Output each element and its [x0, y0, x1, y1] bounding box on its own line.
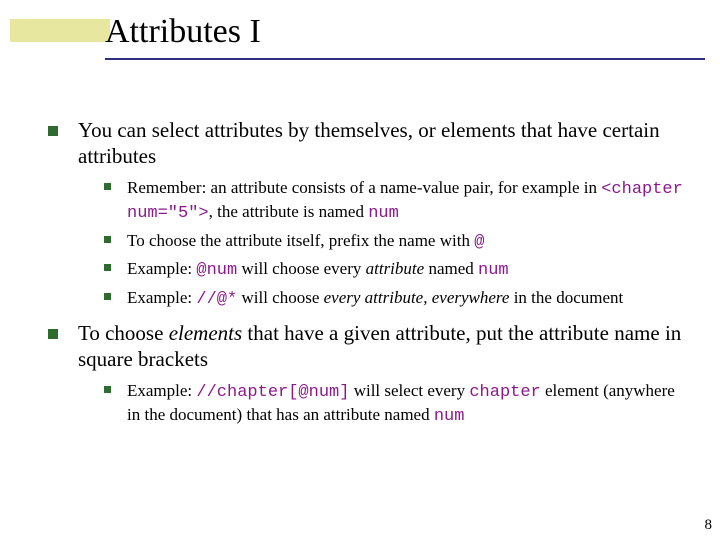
- title-accent-bar: [10, 19, 110, 42]
- bullet-text: To choose elements that have a given att…: [78, 321, 688, 372]
- page-number: 8: [705, 517, 713, 534]
- bullet-text: Example: @num will choose every attribut…: [127, 258, 688, 282]
- code-run: num: [478, 261, 509, 280]
- square-bullet-icon: [48, 329, 58, 339]
- bullet-level1: You can select attributes by themselves,…: [48, 118, 688, 169]
- title-area: Attributes I: [0, 13, 720, 67]
- italic-run: elements: [169, 321, 242, 345]
- text-run: named: [424, 259, 478, 278]
- square-bullet-icon: [104, 386, 111, 393]
- slide-body: You can select attributes by themselves,…: [48, 118, 688, 438]
- sub-bullets: Remember: an attribute consists of a nam…: [104, 177, 688, 311]
- bullet-level2: Example: //@* will choose every attribut…: [104, 287, 688, 311]
- text-run: , the attribute is named: [209, 202, 369, 221]
- bullet-text: Example: //@* will choose every attribut…: [127, 287, 688, 311]
- code-run: chapter: [469, 383, 540, 402]
- code-run: @: [474, 233, 484, 252]
- text-run: Remember: an attribute consists of a nam…: [127, 178, 601, 197]
- slide-title: Attributes I: [105, 13, 261, 51]
- sub-bullets: Example: //chapter[@num] will select eve…: [104, 380, 688, 428]
- bullet-level2: Example: @num will choose every attribut…: [104, 258, 688, 282]
- slide: Attributes I You can select attributes b…: [0, 0, 720, 540]
- square-bullet-icon: [104, 236, 111, 243]
- text-run: To choose: [78, 321, 169, 345]
- code-run: //@*: [196, 290, 237, 309]
- text-run: Example:: [127, 381, 196, 400]
- bullet-text: Example: //chapter[@num] will select eve…: [127, 380, 688, 428]
- code-run: num: [434, 407, 465, 426]
- text-run: will choose every: [237, 259, 365, 278]
- bullet-text: To choose the attribute itself, prefix t…: [127, 230, 688, 254]
- square-bullet-icon: [104, 183, 111, 190]
- text-run: Example:: [127, 259, 196, 278]
- code-run: @num: [196, 261, 237, 280]
- code-run: //chapter[@num]: [196, 383, 349, 402]
- text-run: in the document: [509, 288, 623, 307]
- bullet-level1: To choose elements that have a given att…: [48, 321, 688, 372]
- bullet-text: You can select attributes by themselves,…: [78, 118, 688, 169]
- text-run: To choose the attribute itself, prefix t…: [127, 231, 474, 250]
- code-run: num: [368, 204, 399, 223]
- square-bullet-icon: [104, 264, 111, 271]
- square-bullet-icon: [48, 126, 58, 136]
- title-underline: [105, 58, 705, 60]
- bullet-level2: To choose the attribute itself, prefix t…: [104, 230, 688, 254]
- italic-run: attribute: [366, 259, 425, 278]
- square-bullet-icon: [104, 293, 111, 300]
- text-run: Example:: [127, 288, 196, 307]
- bullet-text: Remember: an attribute consists of a nam…: [127, 177, 688, 225]
- text-run: will select every: [349, 381, 469, 400]
- italic-run: every attribute, everywhere: [324, 288, 510, 307]
- bullet-level2: Example: //chapter[@num] will select eve…: [104, 380, 688, 428]
- text-run: will choose: [237, 288, 323, 307]
- bullet-level2: Remember: an attribute consists of a nam…: [104, 177, 688, 225]
